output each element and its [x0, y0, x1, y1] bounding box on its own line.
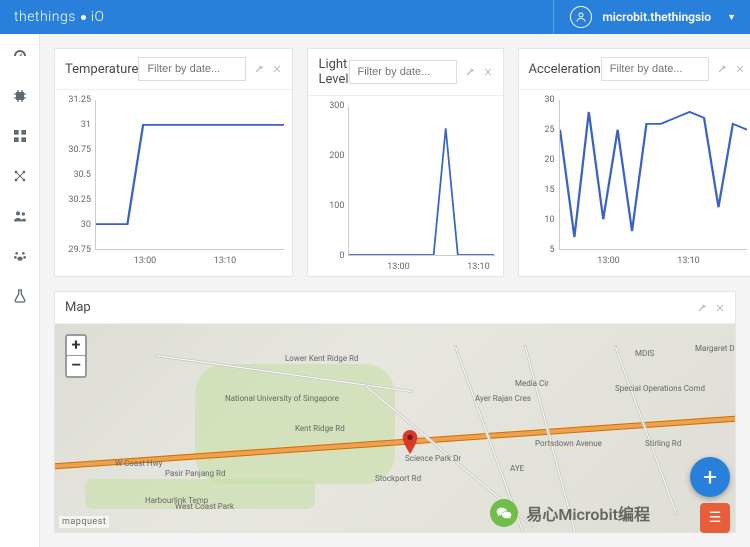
y-tick: 31.25 [59, 95, 91, 105]
y-tick: 30 [59, 220, 91, 230]
user-name: microbit.thethingsio [602, 10, 711, 24]
secondary-fab-button[interactable]: ☰ [700, 503, 730, 533]
user-menu[interactable]: microbit.thethingsio ▼ [553, 0, 736, 34]
map-label: AYE [510, 464, 524, 473]
x-tick: 13:00 [134, 256, 156, 266]
map-label: Ayer Rajan Cres [475, 394, 531, 403]
close-icon[interactable] [715, 303, 725, 313]
map-label: Special Operations Comd [615, 384, 705, 393]
map-label: Stirling Rd [645, 439, 681, 448]
map-panel: Map + – [54, 291, 736, 533]
y-tick: 29.75 [59, 245, 91, 255]
y-tick: 100 [312, 201, 344, 211]
map-label: National University of Singapore [225, 394, 339, 403]
map-label: W Coast Hwy [115, 459, 162, 468]
zoom-in-button[interactable]: + [67, 336, 85, 356]
date-filter-input[interactable] [601, 57, 709, 81]
panel-title: Temperature [65, 62, 138, 77]
x-tick: 13:00 [387, 262, 409, 272]
app-header: thethingsiO microbit.thethingsio ▼ [0, 0, 750, 34]
map-label: Stockport Rd [375, 474, 421, 483]
avatar-icon [570, 6, 592, 28]
chart-panel-temperature: Temperature 31.25 31 30.75 30.5 30.25 30 29.75… [54, 48, 293, 277]
map-label: MDIS [635, 349, 654, 358]
sidebar-item-apps[interactable] [12, 128, 28, 148]
y-tick: 10 [523, 215, 555, 225]
map-label: Margaret Dr [695, 344, 735, 353]
plot-area [559, 100, 747, 250]
close-icon[interactable] [272, 64, 282, 74]
map-title: Map [65, 300, 91, 315]
date-filter-input[interactable] [138, 57, 246, 81]
chart-panel-light-level: Light Level 300 200 100 0 13:00 13:10 [307, 48, 503, 277]
x-tick: 13:10 [677, 256, 699, 266]
charts-row: Temperature 31.25 31 30.75 30.5 30.25 30 29.75… [54, 48, 736, 277]
sidebar-item-users[interactable] [12, 208, 28, 228]
watermark: 易心Microbit编程 [490, 499, 650, 527]
panel-title: Light Level [318, 57, 348, 87]
y-tick: 0 [312, 251, 344, 261]
map-label: Kent Ridge Rd [295, 424, 345, 433]
x-tick: 13:10 [214, 256, 236, 266]
map-marker-icon[interactable] [402, 430, 418, 454]
plot-area [348, 106, 494, 256]
y-tick: 30.75 [59, 145, 91, 155]
chevron-down-icon: ▼ [727, 12, 736, 23]
y-tick: 200 [312, 151, 344, 161]
sidebar-item-network[interactable] [12, 168, 28, 188]
map-label: West Coast Park [175, 502, 234, 511]
map-attribution: mapquest [59, 516, 109, 528]
chart-panel-acceleration: Acceleration 30 25 20 15 10 5 13:00 13:10 [518, 48, 750, 277]
wrench-icon[interactable] [717, 64, 727, 74]
panel-title: Acceleration [529, 62, 601, 77]
zoom-out-button[interactable]: – [67, 356, 85, 376]
brand-logo[interactable]: thethingsiO [14, 9, 104, 25]
close-icon[interactable] [483, 67, 493, 77]
x-tick: 13:10 [467, 262, 489, 272]
wechat-icon [490, 499, 518, 527]
wrench-icon[interactable] [254, 64, 264, 74]
map-label: Portsdown Avenue [535, 439, 602, 448]
sidebar-item-chip[interactable] [12, 88, 28, 108]
y-tick: 25 [523, 125, 555, 135]
y-tick: 20 [523, 155, 555, 165]
x-tick: 13:00 [597, 256, 619, 266]
map-label: Science Park Dr [405, 454, 461, 463]
y-tick: 5 [523, 245, 555, 255]
sidebar-item-lab[interactable] [12, 288, 28, 308]
map-label: Lower Kent Ridge Rd [285, 354, 359, 363]
wrench-icon[interactable] [697, 303, 707, 313]
y-tick: 31 [59, 120, 91, 130]
wrench-icon[interactable] [465, 67, 475, 77]
map-label: Media Cir [515, 379, 549, 388]
y-tick: 300 [312, 101, 344, 111]
add-fab-button[interactable]: + [690, 457, 730, 497]
close-icon[interactable] [735, 64, 745, 74]
main-content: Temperature 31.25 31 30.75 30.5 30.25 30 29.75… [40, 34, 750, 547]
zoom-control: + – [65, 334, 87, 378]
map-label: Pasir Panjang Rd [165, 469, 226, 478]
sidebar-item-pets[interactable] [12, 248, 28, 268]
date-filter-input[interactable] [349, 60, 457, 84]
y-tick: 30.5 [59, 170, 91, 180]
sidebar-item-dashboard[interactable] [12, 48, 28, 68]
y-tick: 30.25 [59, 195, 91, 205]
y-tick: 15 [523, 185, 555, 195]
y-tick: 30 [523, 95, 555, 105]
plot-area [95, 100, 284, 250]
sidebar [0, 34, 40, 547]
